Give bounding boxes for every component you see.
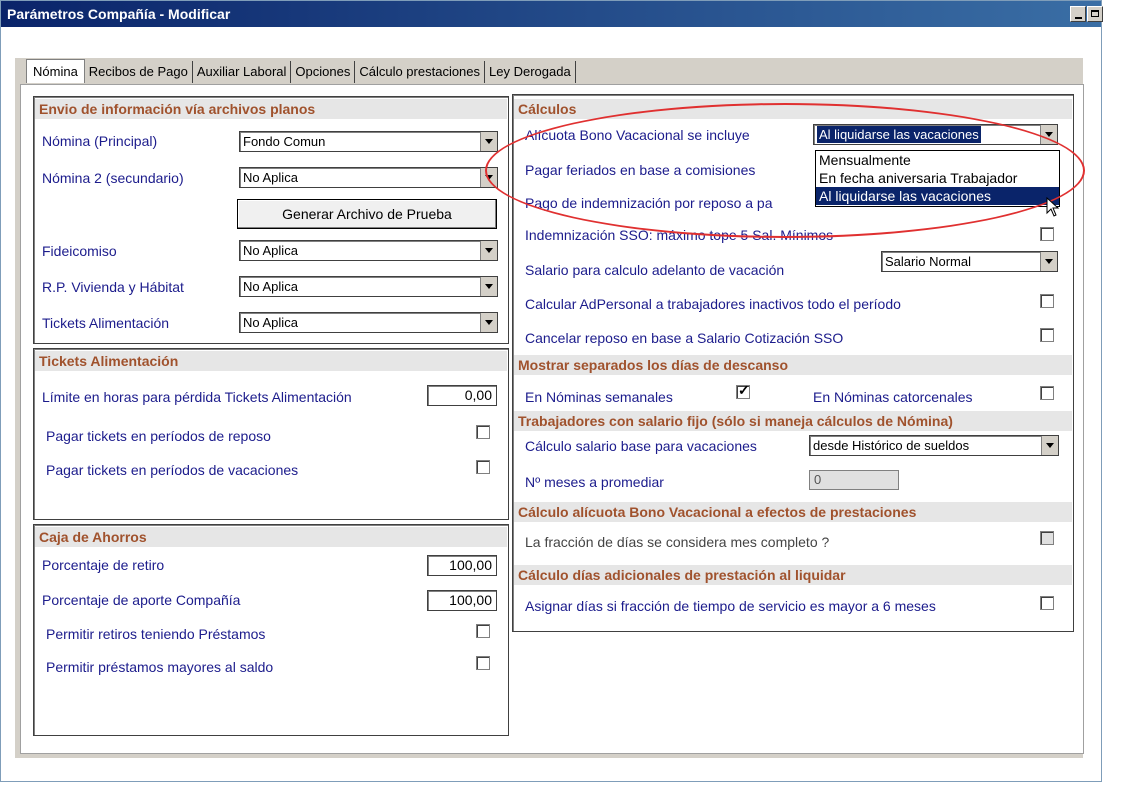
vivienda-select[interactable]: No Aplica <box>239 276 498 297</box>
alicuota-option-al-liquidarse[interactable]: Al liquidarse las vacaciones <box>816 187 1059 205</box>
chevron-down-icon[interactable] <box>480 132 497 151</box>
alicuota-dropdown-list: Mensualmente En fecha aniversaria Trabaj… <box>815 150 1060 207</box>
maximize-button[interactable] <box>1087 6 1103 22</box>
salario-base-select[interactable]: desde Histórico de sueldos <box>809 435 1059 456</box>
chevron-down-icon[interactable] <box>480 241 497 260</box>
window-title: Parámetros Compañía - Modificar <box>7 6 231 22</box>
chevron-down-icon[interactable] <box>480 313 497 332</box>
chevron-down-icon[interactable] <box>480 168 497 187</box>
title-bar[interactable]: Parámetros Compañía - Modificar <box>1 1 1103 27</box>
sso-checkbox[interactable] <box>1040 227 1054 241</box>
chevron-down-icon[interactable] <box>480 277 497 296</box>
tickets-alimentacion-label: Tickets Alimentación <box>42 315 170 331</box>
cancelar-reposo-label: Cancelar reposo en base a Salario Cotiza… <box>525 330 844 346</box>
meses-promediar-input[interactable]: 0 <box>809 470 899 490</box>
alicuota-select[interactable]: Al liquidarse las vacaciones <box>813 124 1058 145</box>
tab-opciones[interactable]: Opciones <box>291 61 356 83</box>
permitir-prestamos-label: Permitir préstamos mayores al saldo <box>46 659 274 675</box>
cancelar-reposo-checkbox[interactable] <box>1040 328 1054 342</box>
calculos-header: Cálculos <box>514 99 1072 119</box>
semanales-checkbox[interactable]: ✓ <box>736 382 750 399</box>
salario-base-label: Cálculo salario base para vacaciones <box>525 438 757 454</box>
chevron-down-icon[interactable] <box>1040 252 1057 271</box>
adpersonal-checkbox[interactable] <box>1040 294 1054 308</box>
tab-ley-derogada[interactable]: Ley Derogada <box>485 61 576 83</box>
permitir-retiros-checkbox[interactable] <box>476 624 490 638</box>
mouse-cursor-icon <box>1046 197 1060 217</box>
retiro-label: Porcentaje de retiro <box>42 557 165 573</box>
limite-horas-input[interactable]: 0,00 <box>427 385 497 406</box>
fideicomiso-select[interactable]: No Aplica <box>239 240 498 261</box>
adpersonal-label: Calcular AdPersonal a trabajadores inact… <box>525 296 901 312</box>
catorcenales-checkbox[interactable] <box>1040 386 1054 400</box>
chevron-down-icon[interactable] <box>1041 436 1058 455</box>
tab-strip: Nómina Recibos de Pago Auxiliar Laboral … <box>26 59 576 83</box>
alicuota-value: Al liquidarse las vacaciones <box>817 126 981 143</box>
vivienda-value: No Aplica <box>243 279 298 294</box>
alicuota-prest-header: Cálculo alícuota Bono Vacacional a efect… <box>514 502 1072 522</box>
aporte-input[interactable]: 100,00 <box>427 590 497 611</box>
salario-fijo-header: Trabajadores con salario fijo (sólo si m… <box>514 411 1072 431</box>
nomina2-select[interactable]: No Aplica <box>239 167 498 188</box>
tickets-reposo-checkbox[interactable] <box>476 425 490 439</box>
tab-auxiliar-laboral[interactable]: Auxiliar Laboral <box>192 61 292 83</box>
alicuota-option-mensualmente[interactable]: Mensualmente <box>816 151 1059 169</box>
limite-horas-label: Límite en horas para pérdida Tickets Ali… <box>42 389 352 405</box>
permitir-prestamos-checkbox[interactable] <box>476 656 490 670</box>
aporte-label: Porcentaje de aporte Compañía <box>42 592 241 608</box>
checkmark-icon: ✓ <box>738 382 750 398</box>
vivienda-label: R.P. Vivienda y Hábitat <box>42 279 184 295</box>
alicuota-option-fecha-aniversaria[interactable]: En fecha aniversaria Trabajador <box>816 169 1059 187</box>
salario-base-value: desde Histórico de sueldos <box>813 438 970 453</box>
nomina2-label: Nómina 2 (secundario) <box>42 170 184 186</box>
alicuota-label: Alícuota Bono Vacacional se incluye <box>525 127 750 143</box>
asignar-dias-checkbox[interactable] <box>1040 596 1054 610</box>
asignar-dias-label: Asignar días si fracción de tiempo de se… <box>525 598 936 614</box>
nomina-principal-label: Nómina (Principal) <box>42 133 158 149</box>
minimize-button[interactable] <box>1070 6 1086 22</box>
feriados-label: Pagar feriados en base a comisiones <box>525 162 756 178</box>
salario-adelanto-value: Salario Normal <box>885 254 971 269</box>
tickets-alimentacion-select[interactable]: No Aplica <box>239 312 498 333</box>
salario-adelanto-label: Salario para calculo adelanto de vacació… <box>525 262 785 278</box>
fraccion-dias-checkbox[interactable] <box>1040 531 1054 545</box>
tickets-reposo-label: Pagar tickets en períodos de reposo <box>46 428 271 444</box>
tickets-vacaciones-label: Pagar tickets en períodos de vacaciones <box>46 462 299 478</box>
sso-label: Indemnización SSO: máximo tope 5 Sal. Mí… <box>525 227 834 243</box>
meses-promediar-label: Nº meses a promediar <box>525 474 664 490</box>
semanales-label: En Nóminas semanales <box>525 389 673 405</box>
salario-adelanto-select[interactable]: Salario Normal <box>881 251 1058 272</box>
descanso-header: Mostrar separados los días de descanso <box>514 355 1072 375</box>
tab-calculo-prestaciones[interactable]: Cálculo prestaciones <box>355 61 486 83</box>
generar-archivo-button[interactable]: Generar Archivo de Prueba <box>237 199 497 229</box>
tickets-header: Tickets Alimentación <box>35 351 507 371</box>
nomina-principal-select[interactable]: Fondo Comun <box>239 131 498 152</box>
chevron-down-icon[interactable] <box>1040 125 1057 144</box>
retiro-input[interactable]: 100,00 <box>427 555 497 576</box>
fideicomiso-label: Fideicomiso <box>42 243 117 259</box>
envio-header: Envio de información vía archivos planos <box>35 99 507 119</box>
fraccion-dias-label: La fracción de días se considera mes com… <box>525 534 830 550</box>
nomina2-value: No Aplica <box>243 170 298 185</box>
indemnizacion-label: Pago de indemnización por reposo a pa <box>525 195 773 211</box>
dias-adicionales-header: Cálculo días adicionales de prestación a… <box>514 565 1072 585</box>
tab-recibos-de-pago[interactable]: Recibos de Pago <box>84 61 193 83</box>
permitir-retiros-label: Permitir retiros teniendo Préstamos <box>46 626 266 642</box>
tickets-alimentacion-value: No Aplica <box>243 315 298 330</box>
tab-nomina[interactable]: Nómina <box>26 59 85 83</box>
fideicomiso-value: No Aplica <box>243 243 298 258</box>
catorcenales-label: En Nóminas catorcenales <box>813 389 973 405</box>
tickets-vacaciones-checkbox[interactable] <box>476 460 490 474</box>
nomina-principal-value: Fondo Comun <box>243 134 326 149</box>
caja-header: Caja de Ahorros <box>35 527 507 547</box>
